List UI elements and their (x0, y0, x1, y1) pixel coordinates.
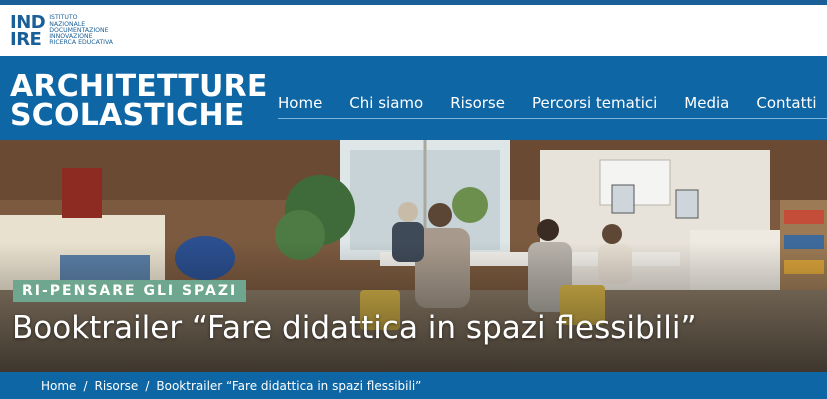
logo-text-line: RICERCA EDUCATIVA (49, 39, 114, 47)
nav-home[interactable]: Home (278, 94, 322, 112)
logo-mark-line2: IRE (10, 29, 42, 50)
category-tag[interactable]: RI-PENSARE GLI SPAZI (13, 280, 247, 302)
page: IND IRE ISTITUTO NAZIONALE DOCUMENTAZION… (0, 0, 827, 399)
page-title: Booktrailer “Fare didattica in spazi fle… (12, 310, 697, 346)
nav-underline (278, 118, 827, 119)
nav-risorse[interactable]: Risorse (450, 94, 505, 112)
top-accent-line (0, 0, 827, 5)
nav-contatti[interactable]: Contatti (756, 94, 816, 112)
indire-logo[interactable]: IND IRE ISTITUTO NAZIONALE DOCUMENTAZION… (10, 10, 113, 52)
breadcrumb-current: Booktrailer “Fare didattica in spazi fle… (156, 378, 422, 393)
site-header: ARCHITETTURE SCOLASTICHE Home Chi siamo … (0, 56, 827, 140)
main-nav: Home Chi siamo Risorse Percorsi tematici… (278, 94, 827, 112)
breadcrumb-separator: / (145, 378, 150, 393)
nav-chi-siamo[interactable]: Chi siamo (349, 94, 423, 112)
breadcrumb-home[interactable]: Home (41, 379, 76, 393)
breadcrumb-risorse[interactable]: Risorse (94, 379, 138, 393)
hero-banner: RI-PENSARE GLI SPAZI Booktrailer “Fare d… (0, 140, 827, 372)
brand-line2: SCOLASTICHE (10, 98, 245, 133)
logo-mark: IND IRE (10, 14, 46, 50)
hero-overlay (0, 242, 827, 372)
brand-line1: ARCHITETTURE (10, 69, 268, 104)
breadcrumb: Home / Risorse / Booktrailer “Fare didat… (0, 372, 827, 399)
breadcrumb-separator: / (83, 378, 88, 393)
logo-text: ISTITUTO NAZIONALE DOCUMENTAZIONE INNOVA… (49, 14, 114, 47)
site-brand[interactable]: ARCHITETTURE SCOLASTICHE (10, 69, 268, 133)
nav-percorsi-tematici[interactable]: Percorsi tematici (532, 94, 657, 112)
nav-media[interactable]: Media (684, 94, 729, 112)
